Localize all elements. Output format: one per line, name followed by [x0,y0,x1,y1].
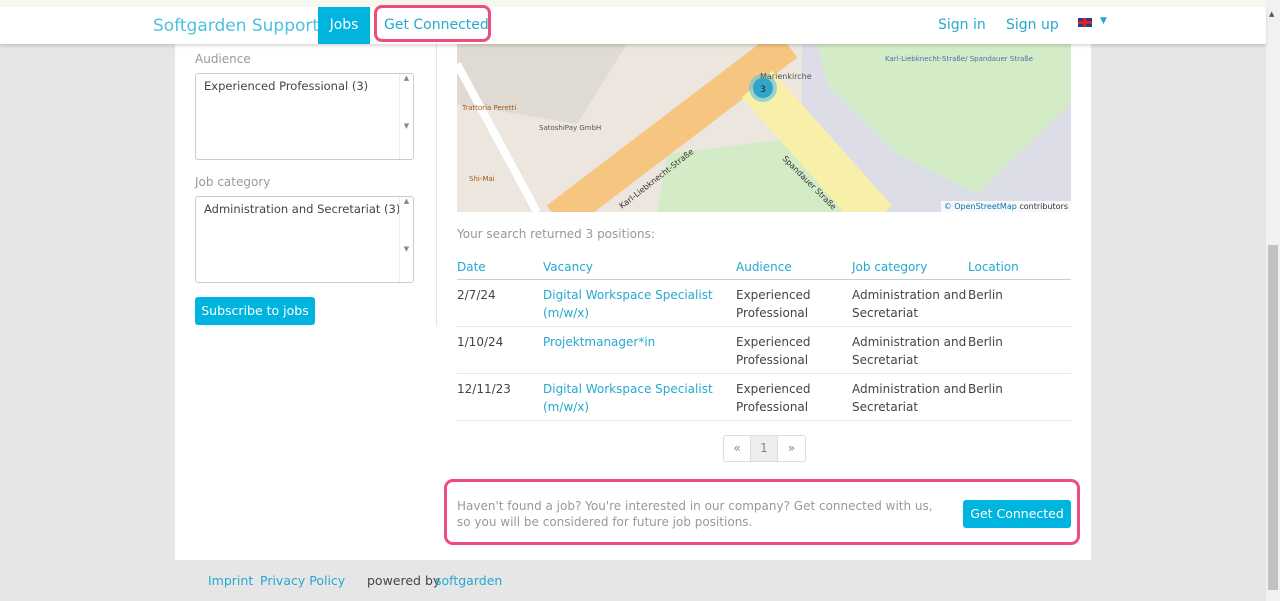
uk-flag-icon[interactable] [1078,18,1092,27]
vacancy-link[interactable]: Digital Workspace Specialist (m/w/x) [543,382,713,414]
caret-down-icon[interactable]: ▼ [1100,16,1107,26]
svg-text:SatoshiPay GmbH: SatoshiPay GmbH [539,124,601,132]
nav-jobs[interactable]: Jobs [318,7,370,44]
header-date[interactable]: Date [457,256,543,280]
subscribe-button[interactable]: Subscribe to jobs [195,297,315,325]
vacancy-link[interactable]: Digital Workspace Specialist (m/w/x) [543,288,713,320]
header-category[interactable]: Job category [852,256,968,280]
svg-text:Marienkirche: Marienkirche [760,72,812,81]
table-row: 12/11/23 Digital Workspace Specialist (m/… [457,373,1071,421]
scrollbar-thumb[interactable] [1268,245,1278,590]
audience-option[interactable]: Experienced Professional (3) [204,79,368,93]
powered-by-text: powered by [367,573,441,588]
scrollbar[interactable]: ▲ ▼ [399,197,413,282]
imprint-link[interactable]: Imprint [208,573,253,588]
sign-up-link[interactable]: Sign up [1006,17,1059,33]
top-strip [0,0,1266,7]
header-vacancy[interactable]: Vacancy [543,256,736,280]
sign-in-link[interactable]: Sign in [938,17,986,33]
jobs-table: Date Vacancy Audience Job category Locat… [457,256,1071,421]
result-summary: Your search returned 3 positions: [457,227,655,241]
prev-page[interactable]: « [724,436,751,461]
next-page[interactable]: » [778,436,805,461]
header-location[interactable]: Location [968,256,1071,280]
highlight-box [374,5,491,42]
map-attribution: © OpenStreetMap contributors [940,201,1071,212]
audience-label: Audience [195,52,251,66]
map-tiles: 3 Marienkirche Karl-Liebknecht-Straße/ S… [457,44,1071,212]
pagination: « 1 » [723,435,806,462]
header-audience[interactable]: Audience [736,256,852,280]
category-label: Job category [195,175,271,189]
osm-link[interactable]: OpenStreetMap [954,202,1017,211]
svg-text:Karl-Liebknecht-Straße/ Spanda: Karl-Liebknecht-Straße/ Spandauer Straße [885,55,1033,63]
brand-link[interactable]: Softgarden Support [153,16,319,36]
svg-text:Shi-Mai: Shi-Mai [469,175,495,183]
svg-text:Trattoria Peretti: Trattoria Peretti [461,104,516,112]
category-option[interactable]: Administration and Secretariat (3) [204,202,400,216]
vacancy-link[interactable]: Projektmanager*in [543,335,655,349]
privacy-link[interactable]: Privacy Policy [260,573,345,588]
navbar: Softgarden Support Jobs Get Connected Si… [0,5,1266,44]
category-select[interactable]: Administration and Secretariat (3) ▲ ▼ [195,196,414,283]
scroll-up-icon[interactable]: ▲ [1269,10,1274,18]
table-row: 2/7/24 Digital Workspace Specialist (m/w/… [457,279,1071,327]
highlight-box [444,479,1080,545]
table-row: 1/10/24 Projektmanager*in Experienced Prof… [457,326,1071,374]
divider [436,44,437,326]
page-1[interactable]: 1 [751,436,778,461]
scrollbar[interactable]: ▲ ▼ [399,74,413,159]
softgarden-link[interactable]: softgarden [435,573,502,588]
page-scrollbar[interactable]: ▲ [1266,0,1280,601]
audience-select[interactable]: Experienced Professional (3) ▲ ▼ [195,73,414,160]
cluster-count: 3 [760,85,766,95]
map[interactable]: 3 Marienkirche Karl-Liebknecht-Straße/ S… [457,44,1071,212]
